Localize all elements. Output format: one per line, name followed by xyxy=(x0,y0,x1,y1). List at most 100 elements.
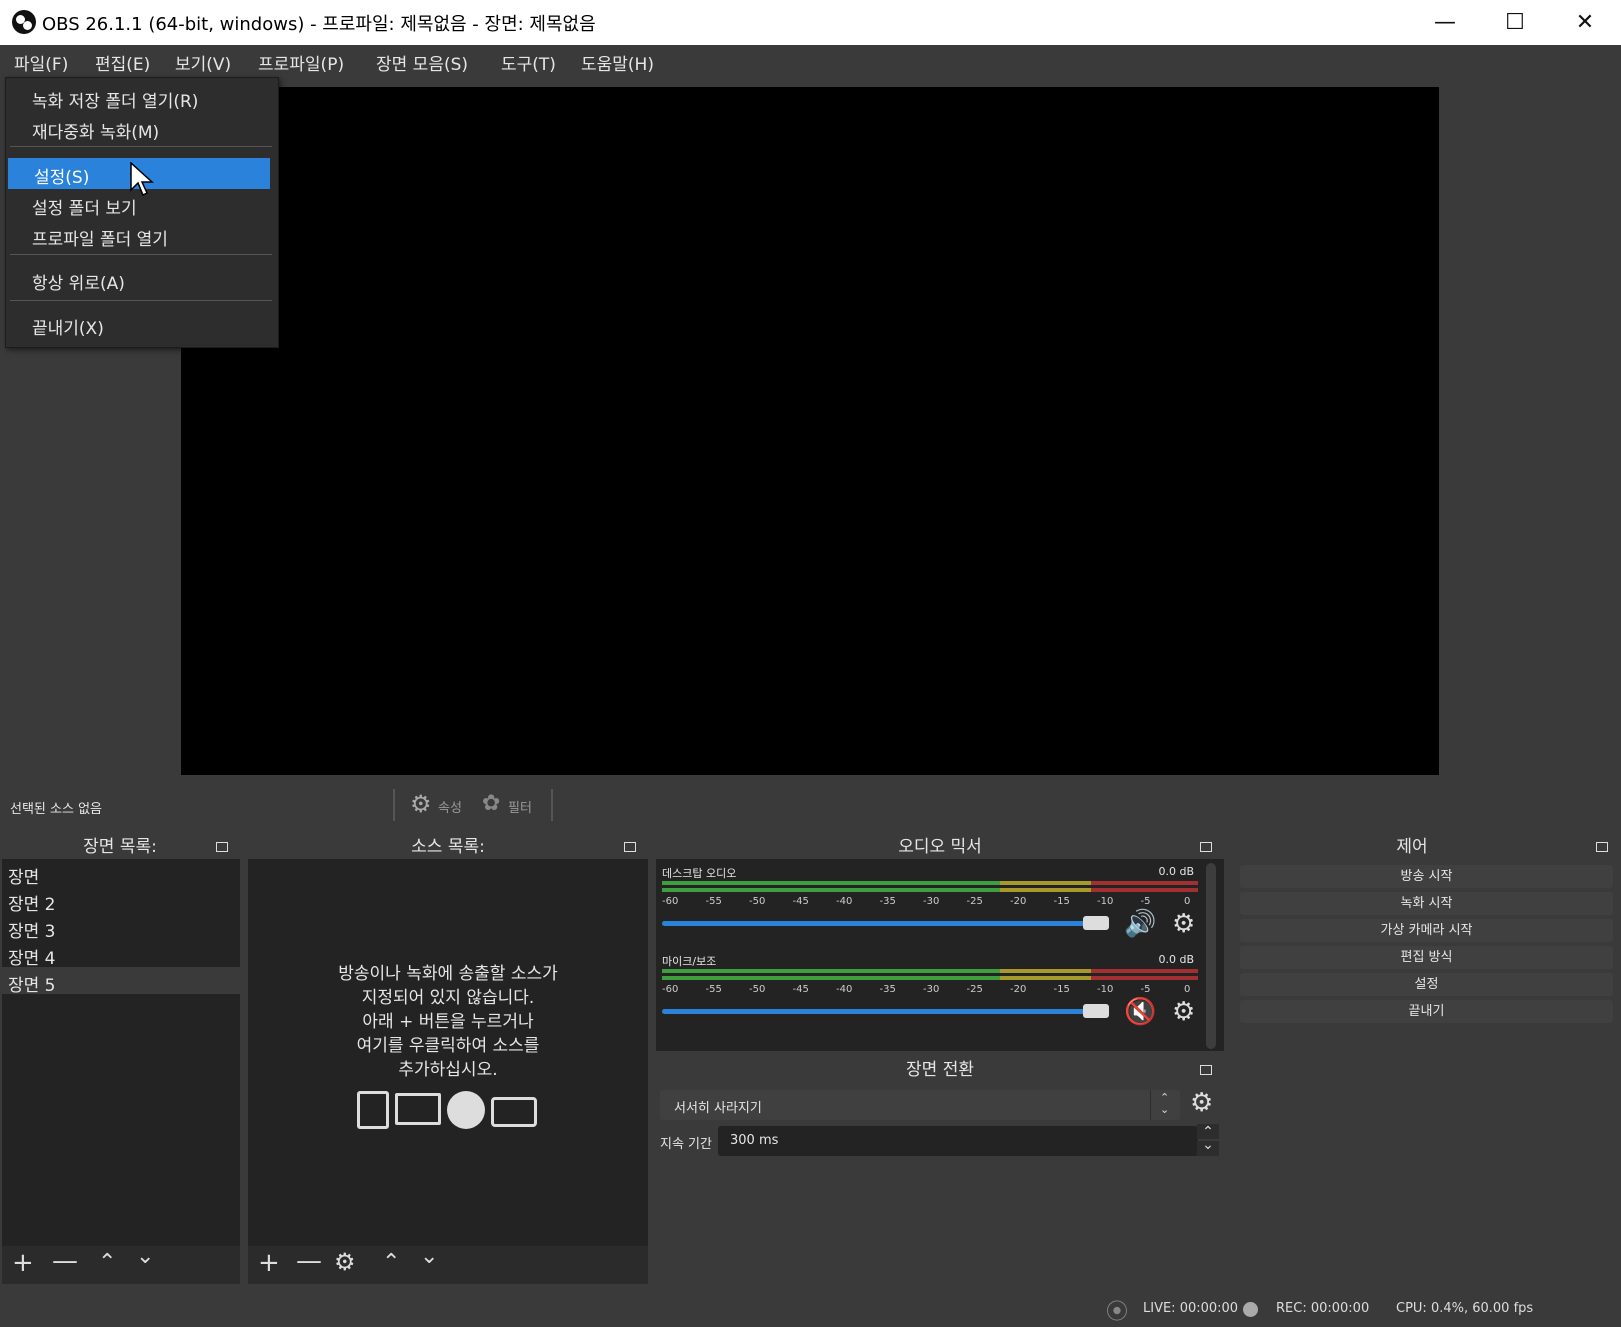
meter-tick-label: -25 xyxy=(966,896,983,907)
volume-meter-segment xyxy=(1090,888,1198,892)
menu-profile[interactable]: 프로파일(P) xyxy=(258,50,344,75)
menu-separator xyxy=(10,254,272,255)
volume-meter-segment xyxy=(1090,881,1198,885)
source-properties-gear-icon[interactable]: ⚙ xyxy=(334,1248,356,1276)
volume-meter-segment xyxy=(662,888,1000,892)
rec-timer: REC: 00:00:00 xyxy=(1276,1301,1370,1316)
scenes-toolbar: + — ⌃ ⌄ xyxy=(2,1244,240,1284)
scene-item[interactable]: 장면 3 xyxy=(8,917,56,942)
mixer-scrollbar[interactable] xyxy=(1206,863,1216,1049)
filter-icon[interactable]: ✿ xyxy=(482,791,500,816)
start-recording-button[interactable]: 녹화 시작 xyxy=(1240,892,1613,915)
globe-icon xyxy=(447,1091,485,1129)
select-arrows-icon: ⌃ ⌄ xyxy=(1160,1091,1170,1116)
audio-settings-gear-icon[interactable]: ⚙ xyxy=(1172,997,1195,1027)
preview-canvas[interactable] xyxy=(181,87,1439,775)
menu-tools[interactable]: 도구(T) xyxy=(501,50,556,75)
gear-icon[interactable]: ⚙ xyxy=(410,790,432,818)
scene-item[interactable]: 장면 xyxy=(8,863,39,888)
sources-empty-text: 방송이나 녹화에 송출할 소스가 지정되어 있지 않습니다. 아래 + 버튼을 … xyxy=(338,964,558,1080)
menu-scene-collection[interactable]: 장면 모음(S) xyxy=(376,50,468,75)
move-down-icon[interactable]: ⌄ xyxy=(420,1244,438,1269)
meter-tick-label: -50 xyxy=(749,984,766,995)
menu-show-profile-folder[interactable]: 프로파일 폴더 열기 xyxy=(6,220,278,250)
meter-tick-label: -20 xyxy=(1010,984,1027,995)
add-source-icon[interactable]: + xyxy=(258,1248,280,1278)
properties-button[interactable]: 속성 xyxy=(438,797,462,816)
start-streaming-button[interactable]: 방송 시작 xyxy=(1240,865,1613,888)
transition-selected-value: 서서히 사라지기 xyxy=(674,1101,762,1116)
maximize-button[interactable]: ☐ xyxy=(1480,0,1550,45)
start-virtual-camera-button[interactable]: 가상 카메라 시작 xyxy=(1240,919,1613,942)
dock-float-icon[interactable] xyxy=(1596,842,1608,852)
filters-button[interactable]: 필터 xyxy=(508,797,532,816)
duration-value: 300 ms xyxy=(730,1133,779,1148)
scene-item[interactable]: 장면 2 xyxy=(8,890,56,915)
dock-float-icon[interactable] xyxy=(1200,1065,1212,1075)
sources-list[interactable]: 방송이나 녹화에 송출할 소스가 지정되어 있지 않습니다. 아래 + 버튼을 … xyxy=(248,859,648,1246)
audio-channel-mic: 마이크/보조 0.0 dB -60 -55 -50 -45 -40 -35 -30 -25 -2… xyxy=(662,953,1202,1038)
meter-tick-label: 0 xyxy=(1184,984,1191,995)
meter-tick-label: -5 xyxy=(1140,896,1151,907)
studio-mode-button[interactable]: 편집 방식 xyxy=(1240,946,1613,969)
add-scene-icon[interactable]: + xyxy=(12,1248,34,1278)
dock-float-icon[interactable] xyxy=(624,842,636,852)
speaker-muted-icon[interactable]: 🔇 xyxy=(1124,997,1156,1027)
meter-tick-label: -15 xyxy=(1053,896,1070,907)
volume-slider-track[interactable] xyxy=(662,921,1093,926)
minimize-button[interactable]: — xyxy=(1410,0,1480,45)
meter-tick-label: -60 xyxy=(662,896,679,907)
channel-name: 데스크탑 오디오 xyxy=(662,867,737,880)
volume-slider-handle[interactable] xyxy=(1082,1004,1109,1018)
speaker-icon[interactable]: 🔊 xyxy=(1124,909,1156,939)
meter-tick-label: 0 xyxy=(1184,896,1191,907)
live-broadcast-icon: ⦿ xyxy=(1106,1300,1129,1325)
menu-help[interactable]: 도움말(H) xyxy=(581,50,654,75)
move-up-icon[interactable]: ⌃ xyxy=(382,1250,400,1275)
controls-title: 제어 xyxy=(1232,835,1592,859)
meter-tick-label: -10 xyxy=(1097,984,1114,995)
exit-button[interactable]: 끝내기 xyxy=(1240,1000,1613,1023)
transition-select[interactable]: 서서히 사라지기 ⌃ ⌄ xyxy=(660,1090,1180,1120)
no-source-label: 선택된 소스 없음 xyxy=(10,802,102,817)
menu-edit[interactable]: 편집(E) xyxy=(95,50,150,75)
title-bar: OBS 26.1.1 (64-bit, windows) - 프로파일: 제목없… xyxy=(0,0,1621,45)
volume-meter-segment xyxy=(1090,976,1198,980)
meter-tick-label: -40 xyxy=(836,984,853,995)
remove-scene-icon[interactable]: — xyxy=(52,1246,78,1276)
duration-decrease-icon[interactable]: ⌄ xyxy=(1197,1138,1219,1156)
audio-settings-gear-icon[interactable]: ⚙ xyxy=(1172,909,1195,939)
dock-float-icon[interactable] xyxy=(1200,842,1212,852)
move-up-icon[interactable]: ⌃ xyxy=(98,1250,116,1275)
move-down-icon[interactable]: ⌄ xyxy=(136,1244,154,1269)
scenes-title: 장면 목록: xyxy=(0,835,240,859)
menu-remux-recordings[interactable]: 재다중화 녹화(M) xyxy=(6,113,278,143)
volume-meter-segment xyxy=(999,888,1091,892)
menu-file[interactable]: 파일(F) xyxy=(14,50,68,75)
scene-item[interactable]: 장면 4 xyxy=(8,944,56,969)
remove-source-icon[interactable]: — xyxy=(296,1246,322,1276)
audio-mixer-panel: 데스크탑 오디오 0.0 dB -60 -55 -50 -45 -40 -35 -30 -25… xyxy=(656,859,1224,1051)
audio-channel-desktop: 데스크탑 오디오 0.0 dB -60 -55 -50 -45 -40 -35 -30 -25… xyxy=(662,865,1202,950)
menu-separator xyxy=(10,300,272,301)
menu-view[interactable]: 보기(V) xyxy=(175,50,231,75)
duration-input[interactable]: 300 ms xyxy=(718,1126,1198,1156)
meter-tick-label: -15 xyxy=(1053,984,1070,995)
scene-item[interactable]: 장면 5 xyxy=(8,971,56,996)
transition-settings-gear-icon[interactable]: ⚙ xyxy=(1190,1088,1213,1118)
close-button[interactable]: ✕ xyxy=(1550,0,1620,45)
dock-float-icon[interactable] xyxy=(216,842,228,852)
volume-meter-segment xyxy=(999,969,1091,973)
menu-always-on-top[interactable]: 항상 위로(A) xyxy=(6,264,278,294)
meter-tick-label: -55 xyxy=(705,984,722,995)
file-menu-dropdown: 녹화 저장 폴더 열기(R) 재다중화 녹화(M) 설정(S) 설정 폴더 보기… xyxy=(5,77,279,348)
scenes-list: 장면 장면 2 장면 3 장면 4 장면 5 xyxy=(2,859,240,1246)
volume-slider-handle[interactable] xyxy=(1082,916,1109,930)
volume-slider-track[interactable] xyxy=(662,1009,1093,1014)
mouse-cursor-icon xyxy=(130,162,154,197)
settings-button[interactable]: 설정 xyxy=(1240,973,1613,996)
menu-exit[interactable]: 끝내기(X) xyxy=(6,309,278,339)
menu-open-recordings-folder[interactable]: 녹화 저장 폴더 열기(R) xyxy=(6,82,278,112)
volume-meter-segment xyxy=(999,976,1091,980)
sources-toolbar: + — ⚙ ⌃ ⌄ xyxy=(248,1244,648,1284)
